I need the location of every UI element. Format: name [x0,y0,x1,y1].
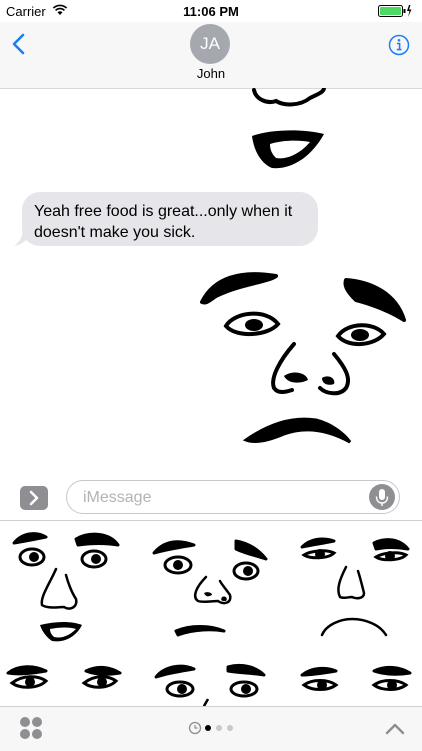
battery-icon [378,5,412,17]
status-bar: Carrier 11:06 PM [0,0,422,22]
chevron-up-icon[interactable] [384,719,406,739]
bubble-tail [14,228,34,246]
sticker-drawer[interactable] [0,521,422,706]
contact-name[interactable]: John [0,66,422,81]
avatar[interactable]: JA [190,24,230,64]
sticker-1[interactable] [6,527,126,647]
sticker-4[interactable] [4,657,124,706]
compose-bar [0,470,422,521]
sticker-3[interactable] [296,527,416,647]
incoming-message-bubble[interactable]: Yeah free food is great...only when it d… [22,192,318,246]
dictation-button[interactable] [369,484,395,510]
info-icon[interactable] [388,34,410,56]
clock-time: 11:06 PM [183,4,239,19]
page-dot [227,725,233,731]
face-sticker[interactable] [196,264,412,452]
message-thread[interactable]: Yeah free food is great...only when it d… [0,88,422,468]
app-drawer-footer [0,706,422,751]
microphone-icon [375,489,389,506]
page-control[interactable] [188,721,238,735]
face-sticker-partial[interactable] [240,88,340,178]
app-grid-icon[interactable] [18,715,44,741]
message-input-field[interactable] [66,480,400,514]
sticker-5[interactable] [150,655,270,706]
conversation-header: JA John [0,22,422,89]
chevron-left-icon[interactable] [8,32,32,56]
page-dot [216,725,222,731]
chevron-right-icon [29,490,39,506]
page-dot-active [205,725,211,731]
apps-toggle-button[interactable] [20,486,48,510]
sticker-6[interactable] [296,657,416,706]
sticker-2[interactable] [150,531,270,647]
message-input[interactable] [81,487,355,509]
